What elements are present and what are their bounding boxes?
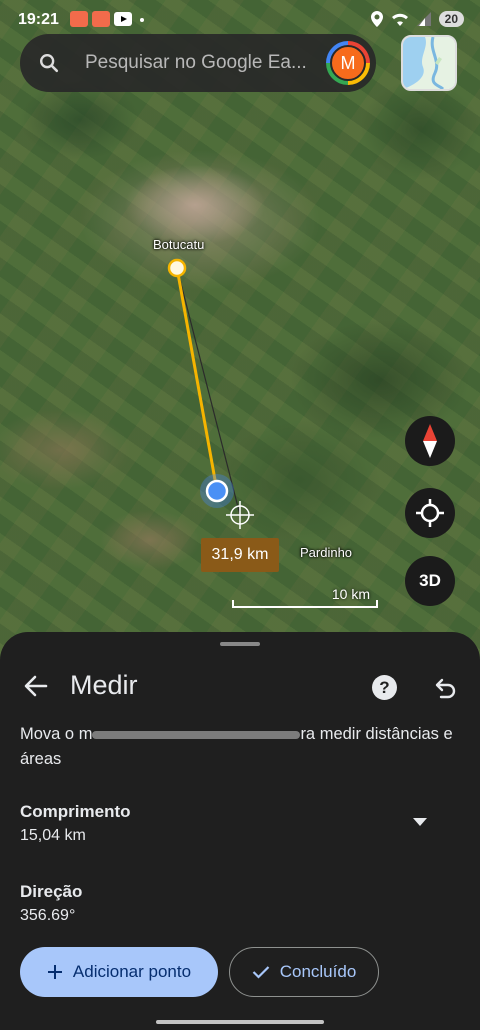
map-label-city: Pardinho (300, 545, 353, 560)
measure-line (175, 267, 219, 492)
direction-value: 356.69° (20, 907, 76, 924)
chevron-down-icon[interactable] (412, 816, 428, 828)
measure-start-point (167, 258, 187, 278)
instructions-text: Mova o m ra medir distâncias e áreas (20, 722, 460, 772)
current-location-dot (205, 479, 229, 503)
done-label: Concluído (279, 962, 357, 981)
plus-icon (47, 965, 62, 979)
length-value: 15,04 km (20, 827, 86, 844)
direction-label: Direção (20, 882, 83, 901)
panel-title: Medir (70, 670, 138, 700)
home-indicator[interactable] (156, 1020, 324, 1024)
compass-icon (423, 424, 437, 458)
my-location-icon (416, 499, 444, 527)
crosshair-icon (226, 501, 254, 529)
drag-handle[interactable] (220, 642, 260, 646)
map-scale: 10 km (232, 586, 378, 608)
redacted-text (92, 730, 301, 739)
instructions-start: Mova o m (20, 725, 93, 743)
my-location-button[interactable] (405, 488, 455, 538)
add-point-label: Adicionar ponto (72, 962, 192, 981)
distance-label: 31,9 km (201, 538, 279, 572)
measure-panel: Medir ? Mova o m ra medir distâncias e ár… (0, 632, 480, 1030)
compass-button[interactable] (405, 416, 455, 466)
check-icon (252, 966, 269, 979)
back-arrow-icon[interactable] (22, 672, 50, 700)
map-label-city: Botucatu (153, 237, 205, 252)
help-icon[interactable]: ? (372, 675, 397, 700)
length-label: Comprimento (20, 802, 131, 821)
3d-toggle-button[interactable]: 3D (405, 556, 455, 606)
scale-bar (232, 600, 378, 608)
map-view[interactable]: 19:21 20 Pesquisar no Google Ea... M Bot… (0, 0, 480, 660)
done-button[interactable]: Concluído (229, 947, 379, 997)
add-point-button[interactable]: Adicionar ponto (20, 947, 218, 997)
undo-icon[interactable] (432, 674, 458, 700)
